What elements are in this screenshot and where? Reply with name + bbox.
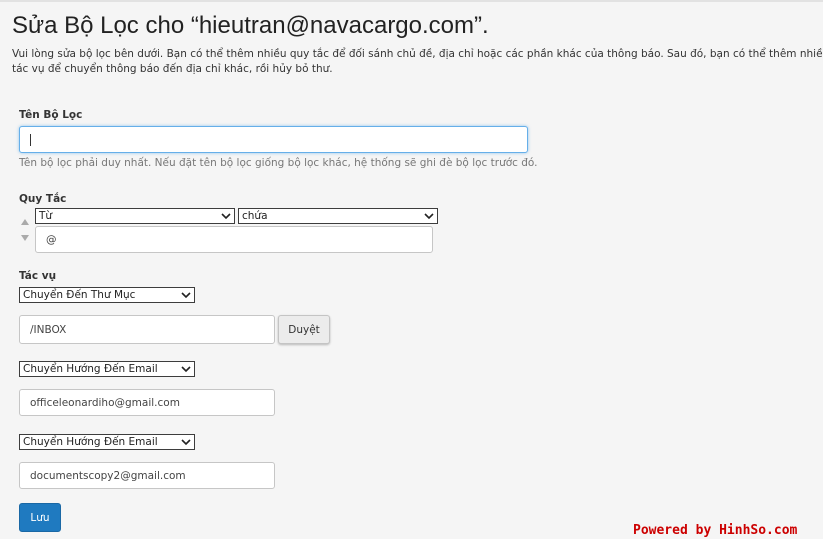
rule-field-select[interactable]: Từ — [35, 208, 235, 224]
action-select-2-value: Chuyển Hướng Đến Email — [23, 363, 158, 375]
actions-label: Tác vụ — [19, 270, 57, 282]
redirect-email-input-1[interactable]: officeleonardiho@gmail.com — [19, 389, 275, 416]
move-up-icon[interactable] — [21, 219, 29, 225]
page-description: Vui lòng sửa bộ lọc bên dưới. Bạn có thể… — [12, 48, 823, 75]
chevron-down-icon — [181, 292, 191, 299]
folder-input[interactable]: /INBOX — [19, 315, 275, 344]
filter-name-label: Tên Bộ Lọc — [19, 109, 83, 121]
page-title: Sửa Bộ Lọc cho “hieutran@navacargo.com”. — [12, 12, 489, 39]
redirect-email-input-2[interactable]: documentscopy2@gmail.com — [19, 462, 275, 489]
chevron-down-icon — [221, 213, 231, 220]
top-border — [0, 0, 823, 2]
rule-value-text: @ — [46, 233, 57, 246]
browse-button[interactable]: Duyệt — [278, 315, 330, 344]
folder-value: /INBOX — [30, 323, 67, 336]
chevron-down-icon — [424, 213, 434, 220]
action-select-1[interactable]: Chuyển Đến Thư Mục — [19, 287, 195, 303]
action-select-2[interactable]: Chuyển Hướng Đến Email — [19, 361, 195, 377]
redirect-email-value-1: officeleonardiho@gmail.com — [30, 396, 180, 409]
text-cursor — [30, 133, 31, 146]
redirect-email-value-2: documentscopy2@gmail.com — [30, 469, 186, 482]
rules-label: Quy Tắc — [19, 193, 67, 205]
rule-operator-select[interactable]: chứa — [238, 208, 438, 224]
filter-name-help: Tên bộ lọc phải duy nhất. Nếu đặt tên bộ… — [19, 157, 538, 169]
action-select-1-value: Chuyển Đến Thư Mục — [23, 289, 136, 301]
move-down-icon[interactable] — [21, 235, 29, 241]
chevron-down-icon — [181, 439, 191, 446]
watermark: Powered by HinhSo.com — [633, 523, 798, 538]
rule-value-input[interactable]: @ — [35, 226, 433, 253]
rule-field-value: Từ — [39, 210, 53, 222]
filter-name-input[interactable] — [19, 126, 528, 153]
save-button[interactable]: Lưu — [19, 503, 61, 532]
action-select-3[interactable]: Chuyển Hướng Đến Email — [19, 434, 195, 450]
chevron-down-icon — [181, 366, 191, 373]
action-select-3-value: Chuyển Hướng Đến Email — [23, 436, 158, 448]
rule-operator-value: chứa — [242, 210, 268, 222]
